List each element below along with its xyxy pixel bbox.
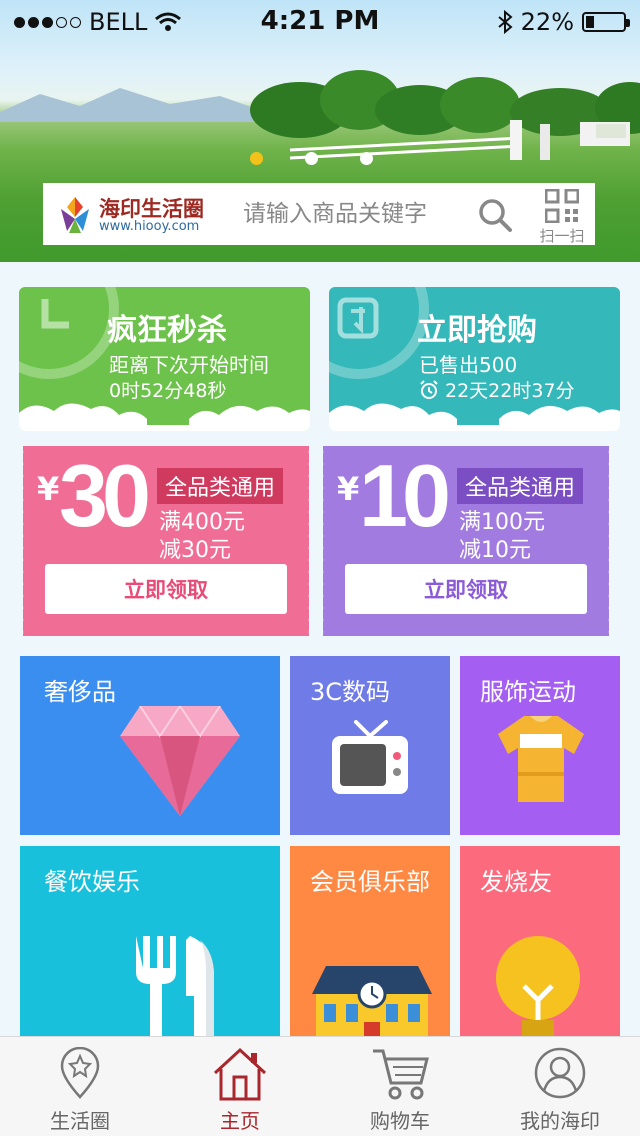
cloud-decoration (19, 403, 310, 431)
claim-coupon-button[interactable]: 立即领取 (345, 564, 587, 614)
logo-emblem-icon (61, 197, 89, 233)
category-apparel-sports[interactable]: 服饰运动 (460, 656, 620, 835)
category-label: 会员俱乐部 (310, 868, 430, 896)
coupon-discount: 减30元 (159, 538, 231, 563)
coupon-currency: ¥ (337, 470, 360, 508)
group-buy-card[interactable]: 立即抢购 已售出500 22天22时37分 (329, 287, 620, 431)
carousel-dot-active[interactable] (250, 152, 263, 165)
search-bar: 海印生活圈 www.hiooy.com 扫一扫 (43, 183, 595, 245)
cart-icon (373, 1049, 429, 1100)
tv-icon (332, 720, 408, 794)
tab-label: 主页 (220, 1109, 260, 1133)
category-label: 3C数码 (310, 678, 391, 706)
tab-my-haiyin[interactable]: 我的海印 (480, 1037, 640, 1136)
carousel-dot[interactable] (360, 152, 373, 165)
coupon-10: ¥ 10 全品类通用 满100元 减10元 立即领取 (319, 446, 613, 636)
cutlery-icon (136, 936, 214, 1046)
carousel-dot[interactable] (305, 152, 318, 165)
tshirt-icon (498, 716, 584, 802)
group-buy-icon (337, 297, 379, 339)
user-icon (534, 1047, 586, 1099)
diamond-icon (120, 706, 240, 816)
header-banner[interactable]: BELL 4:21 PM 22% 海印生活圈 www.hiooy.com 请输入… (0, 0, 640, 262)
tab-label: 我的海印 (520, 1109, 600, 1133)
claim-coupon-button[interactable]: 立即领取 (45, 564, 287, 614)
scan-label: 扫一扫 (539, 227, 585, 245)
clock-hand-icon (41, 299, 69, 329)
category-enthusiast[interactable]: 发烧友 (460, 846, 620, 1046)
group-buy-title: 立即抢购 (417, 313, 537, 348)
qr-code-icon (545, 189, 579, 223)
category-label: 服饰运动 (480, 678, 576, 706)
bluetooth-icon (498, 10, 513, 34)
category-label: 发烧友 (480, 868, 552, 896)
scan-button[interactable]: 扫一扫 (533, 187, 591, 245)
search-icon[interactable] (477, 197, 513, 233)
tab-home[interactable]: 主页 (160, 1037, 320, 1136)
cloud-decoration (329, 403, 620, 431)
coupon-currency: ¥ (37, 470, 60, 508)
coupon-scope-tag: 全品类通用 (457, 468, 584, 504)
category-luxury[interactable]: 奢侈品 (20, 656, 280, 835)
map-pin-star-icon (60, 1047, 100, 1099)
category-member-club[interactable]: 会员俱乐部 (290, 846, 450, 1046)
battery-percent: 22% (520, 8, 574, 36)
category-label: 奢侈品 (44, 678, 116, 706)
carousel-indicator (250, 152, 373, 165)
coupon-amount: 30 (59, 446, 151, 545)
clubhouse-icon (312, 966, 432, 1046)
brand-logo[interactable]: 海印生活圈 www.hiooy.com (57, 193, 217, 237)
tab-label: 生活圈 (50, 1109, 110, 1133)
flash-sale-title: 疯狂秒杀 (107, 313, 227, 348)
tree-scenery (250, 70, 640, 160)
lightbulb-icon (496, 936, 580, 1040)
bottom-tab-bar: 生活圈 主页 购物车 我的海印 (0, 1036, 640, 1136)
search-input[interactable] (243, 195, 473, 233)
battery-icon (582, 12, 630, 32)
coupon-30: ¥ 30 全品类通用 满400元 减30元 立即领取 (19, 446, 313, 636)
tab-cart[interactable]: 购物车 (320, 1037, 480, 1136)
home-icon (213, 1047, 267, 1101)
flash-sale-card[interactable]: 疯狂秒杀 距离下次开始时间 0时52分48秒 (19, 287, 310, 431)
status-bar: BELL 4:21 PM 22% (0, 0, 640, 40)
logo-url: www.hiooy.com (99, 219, 200, 234)
tab-life-circle[interactable]: 生活圈 (0, 1037, 160, 1136)
flash-sale-subtitle: 距离下次开始时间 (109, 353, 269, 377)
category-label: 餐饮娱乐 (44, 868, 140, 896)
coupon-amount: 10 (359, 446, 451, 545)
tab-label: 购物车 (370, 1109, 430, 1133)
group-buy-sold: 已售出500 (419, 353, 518, 377)
category-dining-entertainment[interactable]: 餐饮娱乐 (20, 846, 280, 1046)
category-3c-digital[interactable]: 3C数码 (290, 656, 450, 835)
coupon-scope-tag: 全品类通用 (157, 468, 284, 504)
coupon-discount: 减10元 (459, 538, 531, 563)
